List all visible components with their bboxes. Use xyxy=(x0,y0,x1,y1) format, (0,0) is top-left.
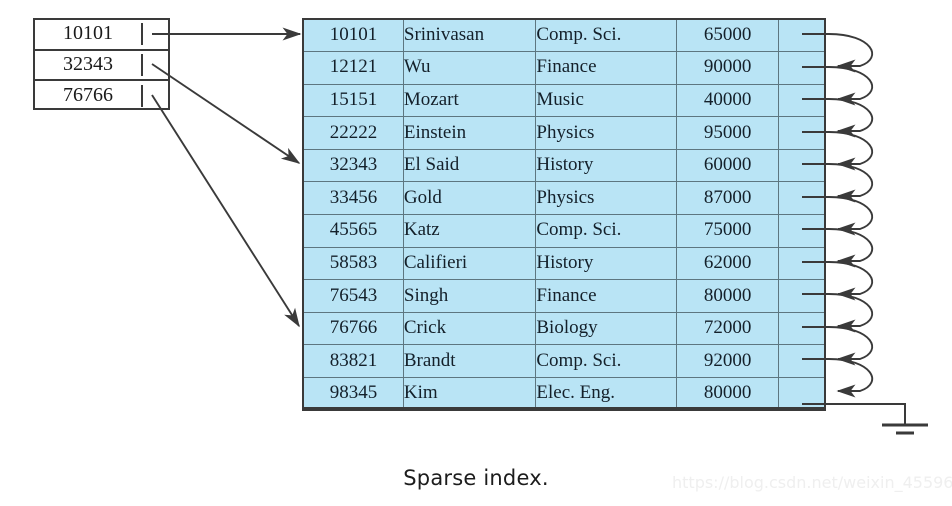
record-salary: 60000 xyxy=(675,148,780,183)
record-name: Einstein xyxy=(402,116,537,150)
record-id: 83821 xyxy=(302,344,404,379)
index-entry-key: 76766 xyxy=(35,85,143,108)
table-row[interactable]: 98345 Kim Elec. Eng. 80000 xyxy=(302,377,826,411)
record-id: 76543 xyxy=(302,279,404,313)
record-salary: 72000 xyxy=(675,311,780,346)
record-dept: Finance xyxy=(535,279,677,313)
record-dept: Comp. Sci. xyxy=(535,344,677,379)
record-pointer-cell[interactable] xyxy=(778,51,826,85)
record-id: 33456 xyxy=(302,181,404,216)
table-row[interactable]: 58583 Califieri History 62000 xyxy=(302,246,826,281)
record-name: Katz xyxy=(402,214,537,248)
record-salary: 92000 xyxy=(675,344,780,379)
index-entry-pointer-cell[interactable] xyxy=(143,81,168,112)
record-pointer-cell[interactable] xyxy=(778,18,826,53)
record-name: El Said xyxy=(402,148,537,183)
record-id: 10101 xyxy=(302,18,404,53)
table-row[interactable]: 83821 Brandt Comp. Sci. 92000 xyxy=(302,344,826,379)
table-row[interactable]: 22222 Einstein Physics 95000 xyxy=(302,116,826,150)
record-salary: 75000 xyxy=(675,214,780,248)
record-id: 15151 xyxy=(302,83,404,118)
record-dept: History xyxy=(535,148,677,183)
record-name: Mozart xyxy=(402,83,537,118)
record-name: Kim xyxy=(402,377,537,411)
record-salary: 95000 xyxy=(675,116,780,150)
record-dept: Elec. Eng. xyxy=(535,377,677,411)
index-entry-pointer-cell[interactable] xyxy=(143,20,168,49)
record-name: Brandt xyxy=(402,344,537,379)
index-arrow-32343 xyxy=(151,63,301,164)
record-name: Califieri xyxy=(402,246,537,281)
table-row[interactable]: 76543 Singh Finance 80000 xyxy=(302,279,826,313)
record-salary: 80000 xyxy=(675,377,780,411)
record-dept: Physics xyxy=(535,116,677,150)
table-row[interactable]: 15151 Mozart Music 40000 xyxy=(302,83,826,118)
record-pointer-cell[interactable] xyxy=(778,181,826,216)
record-pointer-cell[interactable] xyxy=(778,279,826,313)
table-row[interactable]: 33456 Gold Physics 87000 xyxy=(302,181,826,216)
record-salary: 80000 xyxy=(675,279,780,313)
record-salary: 90000 xyxy=(675,51,780,85)
record-id: 58583 xyxy=(302,246,404,281)
record-pointer-cell[interactable] xyxy=(778,116,826,150)
index-arrow-76766 xyxy=(151,94,300,328)
record-salary: 65000 xyxy=(675,18,780,53)
record-id: 22222 xyxy=(302,116,404,150)
record-pointer-cell[interactable] xyxy=(778,214,826,248)
record-id: 98345 xyxy=(302,377,404,411)
index-entry-key: 10101 xyxy=(35,23,143,46)
record-salary: 87000 xyxy=(675,181,780,216)
record-name: Crick xyxy=(402,311,537,346)
record-name: Singh xyxy=(402,279,537,313)
record-id: 76766 xyxy=(302,311,404,346)
watermark-text: https://blog.csdn.net/weixin_45596022 xyxy=(672,473,952,492)
figure-sparse-index: 10101 32343 76766 10101 Srinivasan Comp.… xyxy=(0,0,952,506)
record-pointer-cell[interactable] xyxy=(778,83,826,118)
record-dept: Biology xyxy=(535,311,677,346)
sequential-data-file: 10101 Srinivasan Comp. Sci. 65000 12121 … xyxy=(302,18,826,412)
record-dept: History xyxy=(535,246,677,281)
table-row[interactable]: 45565 Katz Comp. Sci. 75000 xyxy=(302,214,826,248)
index-entry[interactable]: 32343 xyxy=(35,51,168,82)
record-name: Wu xyxy=(402,51,537,85)
index-entry-pointer-cell[interactable] xyxy=(143,51,168,80)
record-name: Srinivasan xyxy=(402,18,537,53)
record-dept: Finance xyxy=(535,51,677,85)
record-dept: Physics xyxy=(535,181,677,216)
record-dept: Comp. Sci. xyxy=(535,18,677,53)
table-row[interactable]: 12121 Wu Finance 90000 xyxy=(302,51,826,85)
table-row[interactable]: 76766 Crick Biology 72000 xyxy=(302,311,826,346)
record-pointer-cell[interactable] xyxy=(778,344,826,379)
index-entry[interactable]: 10101 xyxy=(35,20,168,51)
record-dept: Comp. Sci. xyxy=(535,214,677,248)
record-pointer-cell[interactable] xyxy=(778,148,826,183)
record-id: 32343 xyxy=(302,148,404,183)
record-name: Gold xyxy=(402,181,537,216)
record-salary: 62000 xyxy=(675,246,780,281)
record-pointer-cell[interactable] xyxy=(778,377,826,411)
sparse-index-block: 10101 32343 76766 xyxy=(33,18,170,110)
index-entry[interactable]: 76766 xyxy=(35,81,168,112)
record-dept: Music xyxy=(535,83,677,118)
record-id: 45565 xyxy=(302,214,404,248)
record-pointer-cell[interactable] xyxy=(778,311,826,346)
index-entry-key: 32343 xyxy=(35,53,143,76)
record-salary: 40000 xyxy=(675,83,780,118)
record-id: 12121 xyxy=(302,51,404,85)
table-row[interactable]: 32343 El Said History 60000 xyxy=(302,148,826,183)
table-row[interactable]: 10101 Srinivasan Comp. Sci. 65000 xyxy=(302,18,826,53)
record-pointer-cell[interactable] xyxy=(778,246,826,281)
